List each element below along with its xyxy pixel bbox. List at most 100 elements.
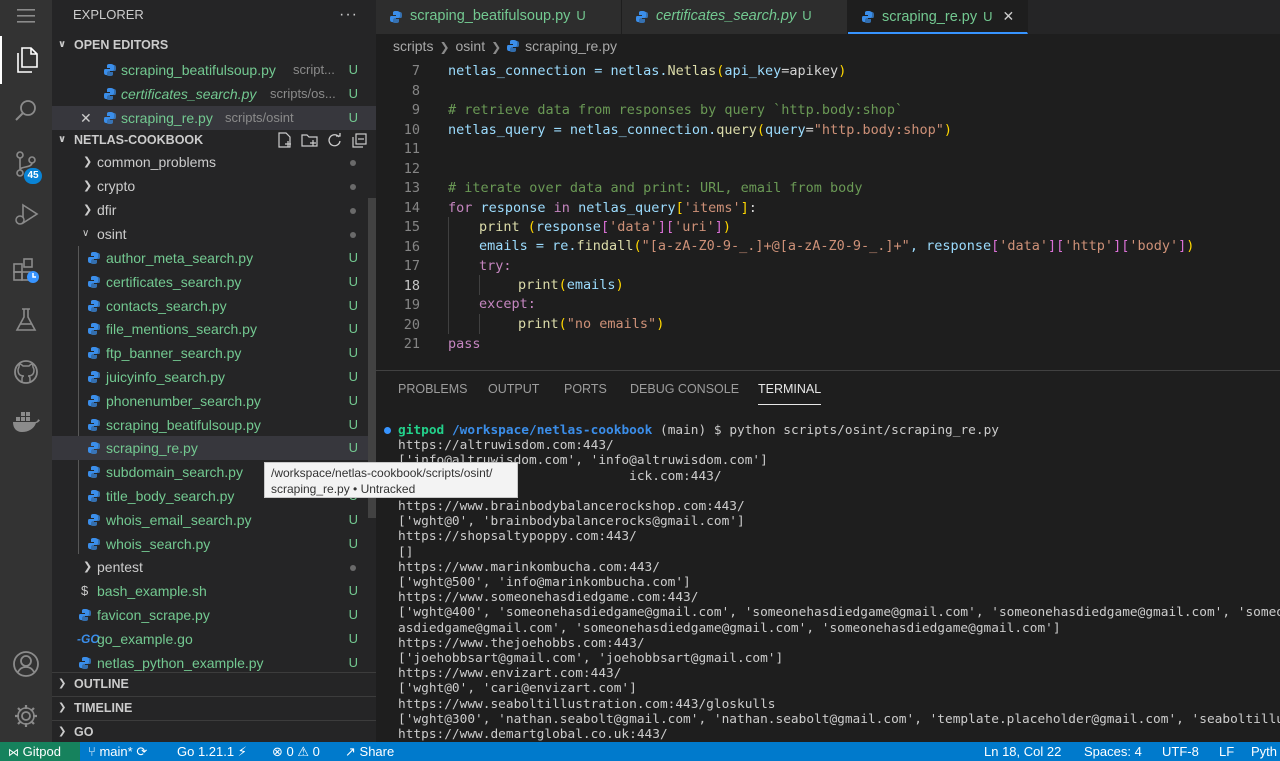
untracked-badge: U	[348, 511, 358, 527]
project-label: NETLAS-COOKBOOK	[74, 133, 204, 147]
manage-gear-icon[interactable]	[0, 692, 52, 740]
folder-item[interactable]: ❯ crypto	[52, 174, 376, 198]
python-file-icon	[390, 11, 402, 23]
close-icon[interactable]: ✕	[80, 106, 92, 130]
tab-scraping-re[interactable]: scraping_re.py U ✕	[848, 0, 1028, 34]
chevron-right-icon: ❯	[439, 40, 450, 54]
chevron-down-icon: ∨	[58, 134, 67, 145]
explorer-icon[interactable]	[0, 36, 52, 84]
python-file-icon	[88, 347, 100, 360]
osint-file-item[interactable]: file_mentions_search.py U	[52, 317, 376, 341]
untracked-badge: U	[348, 250, 358, 265]
panel-tab-output[interactable]: OUTPUT	[488, 371, 539, 405]
run-debug-icon[interactable]	[0, 190, 52, 238]
terminal-line: https://www.thejoehobbs.com:443/	[398, 635, 645, 651]
language-mode[interactable]: Pyth	[1251, 742, 1277, 761]
open-editor-item[interactable]: scraping_beatifulsoup.py script... U	[52, 58, 376, 82]
encoding[interactable]: UTF-8	[1162, 742, 1199, 761]
extensions-icon[interactable]	[0, 246, 52, 294]
account-icon[interactable]	[0, 640, 52, 688]
open-editor-filename: certificates_search.py	[121, 86, 257, 102]
file-label: scraping_beatifulsoup.py	[106, 416, 261, 433]
docker-icon[interactable]	[0, 398, 52, 446]
file-item[interactable]: -GO go_example.go U	[52, 627, 376, 651]
folder-item-osint[interactable]: ∨ osint	[52, 222, 376, 246]
panel-tab-problems[interactable]: PROBLEMS	[398, 371, 467, 405]
python-file-icon	[79, 609, 91, 621]
project-actions	[276, 129, 368, 151]
osint-file-item[interactable]: phonenumber_search.py U	[52, 389, 376, 413]
menu-icon[interactable]	[0, 0, 52, 32]
line-ending[interactable]: LF	[1219, 742, 1234, 761]
outline-header[interactable]: ❯ OUTLINE	[52, 672, 376, 694]
file-label: favicon_scrape.py	[97, 607, 210, 623]
osint-file-item[interactable]: certificates_search.py U	[52, 270, 376, 294]
file-item[interactable]: $ bash_example.sh U	[52, 579, 376, 603]
breadcrumb-item[interactable]: scraping_re.py	[525, 38, 617, 54]
folder-item[interactable]: ❯ common_problems	[52, 150, 376, 174]
code-line: except:	[376, 294, 1280, 314]
untracked-badge: U	[348, 86, 358, 101]
lightning-icon: ⚡	[237, 744, 247, 759]
git-branch-icon: ⑂	[88, 744, 96, 759]
explorer-sidebar: EXPLORER ··· ∨ OPEN EDITORS scraping_bea…	[52, 0, 376, 742]
terminal-line: https://www.brainbodybalancerockshop.com…	[398, 499, 745, 514]
close-tab-icon[interactable]: ✕	[1003, 8, 1015, 24]
breadcrumb-item[interactable]: osint	[456, 38, 486, 54]
explorer-more-actions[interactable]: ···	[339, 0, 358, 30]
open-editors-header[interactable]: ∨ OPEN EDITORS	[52, 34, 376, 56]
folder-item[interactable]: ❯ pentest	[52, 555, 376, 579]
cursor-position[interactable]: Ln 18, Col 22	[984, 742, 1061, 761]
panel-tab-debug-console[interactable]: DEBUG CONSOLE	[630, 371, 739, 405]
collapse-all-icon[interactable]	[351, 132, 368, 149]
testing-icon[interactable]	[0, 296, 52, 344]
tab-certificates-search[interactable]: certificates_search.py U	[622, 0, 848, 34]
tab-scraping-beatifulsoup[interactable]: scraping_beatifulsoup.py U	[376, 0, 622, 34]
remote-indicator[interactable]: ⋈ Gitpod	[0, 742, 80, 761]
osint-file-item[interactable]: ftp_banner_search.py U	[52, 341, 376, 365]
untracked-badge: U	[348, 631, 358, 646]
osint-file-item[interactable]: contacts_search.py U	[52, 294, 376, 318]
file-label: author_meta_search.py	[106, 250, 254, 266]
untracked-badge: U	[348, 273, 358, 289]
folder-item[interactable]: ❯ dfir	[52, 198, 376, 222]
open-editor-item[interactable]: certificates_search.py scripts/os... U	[52, 82, 376, 106]
timeline-label: TIMELINE	[74, 701, 133, 715]
panel-tab-ports[interactable]: PORTS	[564, 371, 607, 405]
code-line: try:	[376, 256, 1280, 276]
osint-file-item[interactable]: author_meta_search.py U	[52, 246, 376, 270]
python-file-icon	[88, 323, 100, 336]
code-editor[interactable]: 7 8 9 10 11 12 13 14 15 16 17 18 19 20 21 netlas_conne…	[376, 58, 1280, 358]
python-file-icon	[104, 88, 116, 100]
untracked-badge: U	[348, 416, 358, 432]
new-file-icon[interactable]	[276, 132, 293, 149]
osint-file-item[interactable]: whois_search.py U	[52, 532, 376, 556]
project-header[interactable]: ∨ NETLAS-COOKBOOK	[52, 129, 376, 151]
osint-file-item[interactable]: scraping_beatifulsoup.py U	[52, 413, 376, 437]
github-icon[interactable]	[0, 348, 52, 396]
file-tooltip: /workspace/netlas-cookbook/scripts/osint…	[264, 462, 518, 498]
search-icon[interactable]	[0, 86, 52, 134]
share-button[interactable]: ↗ Share	[345, 742, 394, 761]
osint-file-item[interactable]: scraping_re.py U	[52, 436, 376, 461]
open-editor-item-active[interactable]: ✕ scraping_re.py scripts/osint U	[52, 106, 376, 130]
breadcrumb-item[interactable]: scripts	[393, 38, 433, 54]
source-control-icon[interactable]: 45	[0, 140, 52, 188]
panel-tab-terminal[interactable]: TERMINAL	[758, 371, 822, 405]
share-icon: ↗	[345, 744, 356, 759]
go-header[interactable]: ❯ GO	[52, 720, 376, 742]
python-file-icon	[88, 371, 100, 383]
osint-file-item[interactable]: whois_email_search.py U	[52, 508, 376, 532]
indentation[interactable]: Spaces: 4	[1084, 742, 1142, 761]
problems-indicator[interactable]: ⊗ 0 ⚠ 0	[272, 742, 320, 761]
line-number: 11	[403, 141, 420, 157]
go-version[interactable]: Go 1.21.1 ⚡	[177, 742, 247, 761]
python-file-icon	[636, 11, 648, 23]
branch-indicator[interactable]: ⑂ main* ⟳	[88, 742, 147, 761]
osint-file-item[interactable]: juicyinfo_search.py U	[52, 365, 376, 389]
modified-dot	[350, 208, 356, 214]
refresh-icon[interactable]	[326, 132, 343, 149]
file-item[interactable]: favicon_scrape.py U	[52, 603, 376, 627]
new-folder-icon[interactable]	[301, 132, 318, 149]
timeline-header[interactable]: ❯ TIMELINE	[52, 696, 376, 718]
